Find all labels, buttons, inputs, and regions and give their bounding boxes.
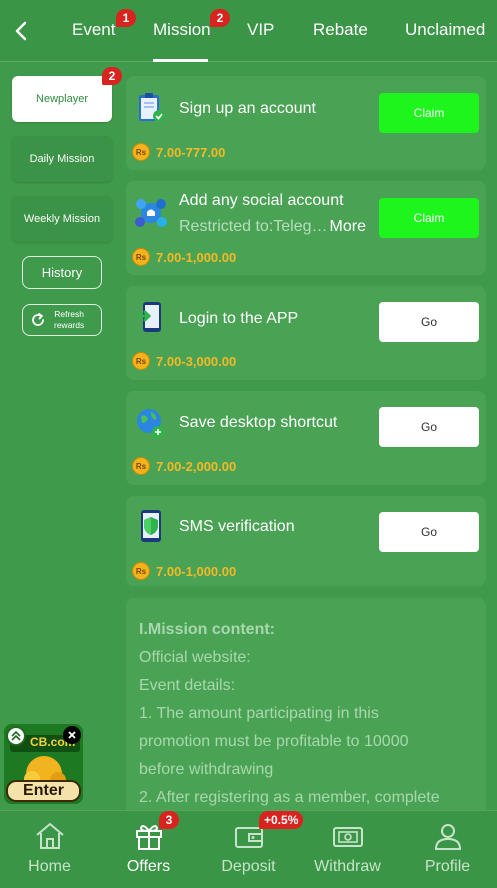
- info-line: Official website:: [139, 649, 251, 666]
- go-button[interactable]: Go: [379, 512, 479, 552]
- go-label: Go: [420, 420, 437, 434]
- phone-login-icon: [136, 302, 161, 332]
- bottom-navigation: Home 3 Offers +0.5% Deposit Withdraw Pro…: [0, 810, 497, 888]
- reward-range: Rs 7.00-1,000.00: [132, 248, 236, 266]
- sidebar-item-weekly-mission[interactable]: Weekly Mission: [12, 196, 112, 242]
- back-button[interactable]: [8, 16, 34, 46]
- nav-label: Profile: [424, 858, 471, 875]
- nav-profile[interactable]: Profile: [398, 811, 497, 888]
- info-line: promotion must be profitable to 10000: [139, 733, 409, 750]
- reward-range: Rs 7.00-1,000.00: [132, 562, 236, 580]
- offers-badge: 3: [159, 811, 179, 829]
- info-line: 1. The amount participating in this: [139, 705, 379, 722]
- reward-range: Rs 7.00-777.00: [132, 143, 225, 161]
- mission-title: Login to the APP: [179, 310, 299, 327]
- info-line: Event details:: [139, 677, 236, 694]
- mission-subtitle: Restricted to:Teleg… More: [179, 218, 366, 236]
- clipboard-check-icon: [139, 93, 165, 122]
- user-icon: [434, 824, 461, 850]
- refresh-icon: [32, 313, 44, 326]
- tab-unclaimed[interactable]: Unclaimed: [405, 20, 485, 40]
- tab-rebate[interactable]: Rebate: [313, 20, 368, 40]
- refresh-label-line2: rewards: [54, 320, 85, 330]
- mission-card-login-app: Login to the APP Go Rs 7.00-3,000.00: [126, 286, 486, 380]
- more-link[interactable]: More: [330, 218, 366, 235]
- nav-deposit[interactable]: +0.5% Deposit: [199, 811, 304, 888]
- collapse-button[interactable]: [6, 726, 26, 746]
- reward-range: Rs 7.00-3,000.00: [132, 352, 236, 370]
- tab-vip[interactable]: VIP: [247, 20, 274, 40]
- nav-withdraw[interactable]: Withdraw: [298, 811, 397, 888]
- tab-mission[interactable]: Mission: [153, 20, 211, 40]
- promo-enter-widget[interactable]: CB.com Enter: [4, 724, 83, 804]
- sidebar-item-daily-mission[interactable]: Daily Mission: [12, 136, 112, 182]
- history-button[interactable]: History: [22, 256, 102, 289]
- double-chevron-up-icon: [11, 730, 21, 741]
- rupee-coin-icon: Rs: [132, 248, 150, 266]
- sidebar-item-label: Newplayer: [36, 93, 88, 105]
- nav-offers[interactable]: 3 Offers: [99, 811, 198, 888]
- mission-card-desktop-shortcut: Save desktop shortcut Go Rs 7.00-2,000.0…: [126, 391, 486, 485]
- top-header: Event 1 Mission 2 VIP Rebate Unclaimed: [0, 0, 497, 62]
- sidebar-item-label: Daily Mission: [29, 153, 95, 165]
- event-badge: 1: [116, 9, 136, 27]
- refresh-label-line1: Refresh: [54, 309, 84, 319]
- mission-card-signup: Sign up an account Claim Rs 7.00-777.00: [126, 76, 486, 170]
- social-network-icon: [135, 199, 167, 227]
- nav-home[interactable]: Home: [0, 811, 99, 888]
- rupee-coin-icon: Rs: [132, 352, 150, 370]
- reward-amount: 7.00-1,000.00: [156, 249, 237, 265]
- claim-button[interactable]: Claim: [379, 198, 479, 238]
- history-label: History: [41, 265, 83, 280]
- home-icon: [35, 822, 64, 849]
- nav-label: Withdraw: [314, 858, 381, 875]
- mission-card-sms: SMS verification Go Rs 7.00-1,000.00: [126, 496, 486, 586]
- globe-link-icon: [137, 409, 164, 438]
- restriction-text: Restricted to:Teleg…: [179, 218, 328, 235]
- close-button[interactable]: [63, 726, 81, 744]
- newplayer-badge: 2: [102, 67, 122, 85]
- phone-shield-icon: [141, 510, 161, 542]
- reward-amount: 7.00-1,000.00: [156, 563, 237, 579]
- claim-label: Claim: [413, 106, 445, 120]
- reward-range: Rs 7.00-2,000.00: [132, 457, 236, 475]
- enter-button[interactable]: Enter: [6, 780, 81, 802]
- active-tab-indicator: [153, 59, 208, 62]
- nav-label: Deposit: [221, 858, 276, 875]
- go-label: Go: [420, 315, 437, 329]
- close-icon: [68, 731, 76, 739]
- go-button[interactable]: Go: [379, 407, 479, 447]
- reward-amount: 7.00-3,000.00: [156, 353, 237, 369]
- deposit-bonus-badge: +0.5%: [259, 811, 304, 829]
- sidebar-item-label: Weekly Mission: [23, 213, 101, 225]
- rupee-coin-icon: Rs: [132, 562, 150, 580]
- nav-label: Offers: [126, 858, 171, 875]
- info-line: 2. After registering as a member, comple…: [139, 789, 440, 806]
- refresh-rewards-button[interactable]: Refresh rewards: [22, 304, 102, 336]
- mission-card-social: Add any social account Restricted to:Tel…: [126, 181, 486, 275]
- tab-event[interactable]: Event: [72, 20, 115, 40]
- sidebar-item-newplayer[interactable]: Newplayer: [12, 76, 112, 122]
- mission-badge: 2: [210, 9, 230, 27]
- mission-title: SMS verification: [179, 518, 295, 535]
- reward-amount: 7.00-777.00: [156, 144, 226, 160]
- mission-title: Sign up an account: [179, 100, 316, 117]
- claim-label: Claim: [413, 211, 445, 225]
- nav-label: Home: [28, 858, 71, 875]
- mission-title: Save desktop shortcut: [179, 414, 338, 431]
- claim-button[interactable]: Claim: [379, 93, 479, 133]
- mission-info-panel: I.Mission content: Official website: Eve…: [126, 598, 486, 812]
- cash-icon: [332, 827, 363, 847]
- info-title: I.Mission content:: [139, 621, 275, 638]
- chevron-left-icon: [15, 21, 27, 41]
- mission-title: Add any social account: [179, 192, 344, 209]
- refresh-rewards-label: Refresh rewards: [54, 309, 84, 331]
- go-label: Go: [420, 525, 437, 539]
- go-button[interactable]: Go: [379, 302, 479, 342]
- rupee-coin-icon: Rs: [132, 457, 150, 475]
- rupee-coin-icon: Rs: [132, 143, 150, 161]
- info-line: before withdrawing: [139, 761, 274, 778]
- reward-amount: 7.00-2,000.00: [156, 458, 237, 474]
